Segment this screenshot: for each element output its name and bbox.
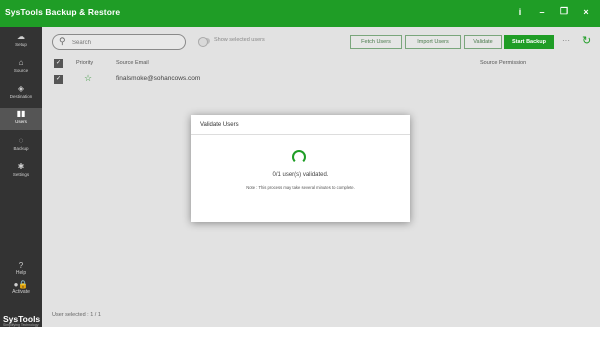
row-checkbox[interactable]: ✓: [54, 75, 63, 84]
select-all-checkbox[interactable]: ✓: [54, 59, 63, 68]
validate-users-dialog: Validate Users 0/1 user(s) validated. No…: [191, 115, 410, 222]
sidebar-item-source[interactable]: ⌂ Source: [0, 57, 42, 79]
sidebar-item-settings[interactable]: ✱ Settings: [0, 161, 42, 183]
dialog-note: Note : This process may take several min…: [246, 185, 355, 190]
search-icon: ⚲: [59, 36, 66, 46]
column-source-email: Source Email: [116, 60, 149, 66]
title-bar: SysTools Backup & Restore i – ❐ ×: [0, 0, 600, 27]
status-text: User selected : 1 / 1: [52, 312, 101, 318]
refresh-icon[interactable]: ↻: [582, 34, 591, 47]
validate-button[interactable]: Validate: [464, 35, 502, 49]
activate-button[interactable]: ●🔒 Activate: [0, 280, 42, 295]
toolbar: ⚲ Show selected users Fetch Users Import…: [42, 27, 600, 55]
star-icon[interactable]: ☆: [84, 73, 92, 84]
minimize-icon[interactable]: –: [536, 7, 548, 17]
show-selected-toggle[interactable]: [198, 37, 210, 47]
home-icon: ⌂: [18, 58, 24, 67]
row-email: finalsmoke@sohancows.com: [116, 75, 201, 82]
sidebar-item-label: Settings: [12, 172, 30, 177]
import-users-button[interactable]: Import Users: [405, 35, 461, 49]
target-icon: ◈: [17, 84, 25, 93]
table-row[interactable]: ✓ ☆ finalsmoke@sohancows.com: [42, 71, 600, 87]
help-button[interactable]: ? Help: [0, 261, 42, 276]
app-title: SysTools Backup & Restore: [5, 7, 121, 17]
help-label: Help: [15, 270, 27, 276]
validation-progress-text: 0/1 user(s) validated.: [272, 172, 329, 178]
sidebar-item-label: Destination: [9, 94, 33, 99]
fetch-users-button[interactable]: Fetch Users: [350, 35, 402, 49]
sidebar-item-setup[interactable]: ☁ Setup: [0, 31, 42, 53]
sidebar-item-label: Backup: [13, 146, 29, 151]
lock-icon: ●🔒: [13, 280, 29, 289]
sidebar-item-destination[interactable]: ◈ Destination: [0, 83, 42, 105]
logo-tagline: Simplifying Technology: [3, 323, 39, 327]
table-header: ✓ Priority Source Email Source Permissio…: [42, 55, 600, 71]
dialog-header: Validate Users: [191, 115, 410, 135]
sidebar: ☁ Setup ⌂ Source ◈ Destination ▮▮ Users …: [0, 27, 42, 327]
column-priority: Priority: [76, 60, 94, 66]
info-icon[interactable]: i: [514, 7, 526, 17]
start-backup-button[interactable]: Start Backup: [504, 35, 554, 49]
search-box[interactable]: ⚲: [52, 34, 186, 50]
sidebar-item-label: Users: [15, 119, 27, 124]
window-controls: i – ❐ ×: [514, 6, 592, 17]
activate-label: Activate: [12, 289, 30, 295]
loading-spinner-icon: [292, 150, 306, 164]
show-selected-label: Show selected users: [214, 37, 265, 43]
maximize-icon[interactable]: ❐: [558, 6, 570, 17]
cloud-icon: ☁: [17, 32, 25, 41]
more-options-icon[interactable]: ···: [562, 36, 570, 45]
sidebar-item-users[interactable]: ▮▮ Users: [0, 108, 42, 130]
gear-icon: ✱: [17, 162, 25, 171]
sidebar-item-label: Setup: [15, 42, 27, 47]
dialog-title: Validate Users: [200, 122, 239, 128]
logo: SysTools Simplifying Technology: [3, 314, 41, 327]
close-icon[interactable]: ×: [580, 7, 592, 17]
sidebar-item-label: Source: [13, 68, 29, 73]
backup-icon: ◌: [18, 136, 24, 145]
search-input[interactable]: [70, 37, 174, 49]
column-source-permission: Source Permission: [480, 60, 527, 66]
sidebar-item-backup[interactable]: ◌ Backup: [0, 135, 42, 157]
help-icon: ?: [18, 261, 24, 270]
app-window: SysTools Backup & Restore i – ❐ × ☁ Setu…: [0, 0, 600, 337]
users-icon: ▮▮: [16, 109, 26, 118]
